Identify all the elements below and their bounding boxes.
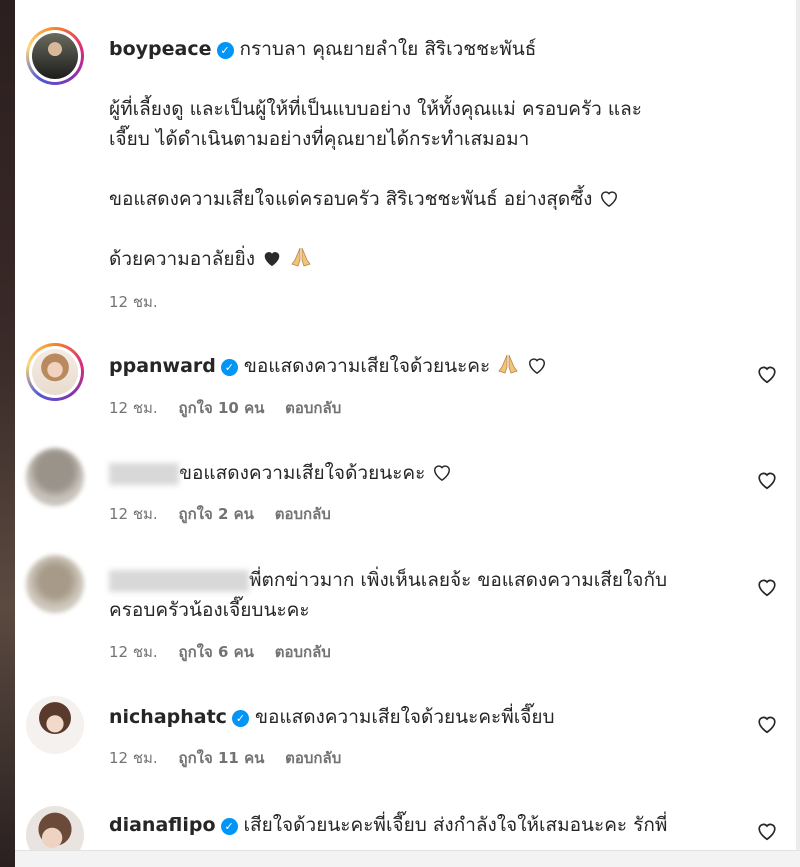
comment-time: 12 ชม. [109,749,158,767]
reply-button[interactable]: ตอบกลับ [285,749,341,767]
reply-button[interactable]: ตอบกลับ [285,399,341,417]
comment-ppanward: ppanward ✓ ขอแสดงความเสียใจด้วยนะคะ 12 ชม.… [15,335,796,430]
verified-badge-icon: ✓ [216,42,234,59]
comment-text: ขอแสดงความเสียใจด้วยนะคะพี่เจี๊ยบ [254,706,555,728]
comment-blurred-user-2: พี่ตกข่าวมาก เพิ่งเห็นเลยจ้ะ ขอแสดงความเ… [15,545,796,670]
like-heart-icon[interactable] [756,363,778,385]
avatar-boypeace[interactable] [26,27,84,85]
comment-time: 12 ชม. [109,399,158,417]
white-heart-emoji [434,465,451,482]
likes-count-button[interactable]: ถูกใจ 10 คน [178,399,264,417]
black-heart-emoji [264,252,280,267]
white-heart-emoji [601,191,618,208]
username[interactable]: dianaflipo [109,814,216,836]
folded-hands-emoji [498,354,518,374]
white-heart-emoji [529,358,546,375]
comment-blurred-user-1: ขอแสดงความเสียใจด้วยนะคะ 12 ชม. ถูกใจ 2 … [15,432,796,532]
avatar-blurred[interactable] [26,448,84,506]
comment-text-line: ครอบครัวน้องเจี๊ยบนะคะ [109,599,310,621]
comment-text-line: ด้วยความอาลัยยิ่ง [109,248,255,270]
verified-badge-icon: ✓ [220,818,238,835]
comment-text: ขอแสดงความเสียใจด้วยนะคะ [243,355,491,377]
verified-badge-icon: ✓ [220,359,238,376]
like-heart-icon[interactable] [756,820,778,842]
like-heart-icon[interactable] [756,469,778,491]
background-photo-strip [0,0,15,867]
comment-time: 12 ชม. [109,643,158,661]
avatar-nichaphatc[interactable] [26,696,84,754]
reply-button[interactable]: ตอบกลับ [275,643,331,661]
comment-boypeace: boypeace ✓ กราบลา คุณยายลำใย สิริเวชชะพันธ… [15,0,796,330]
comment-text-line: ผู้ที่เลี้ยงดู และเป็นผู้ให้ที่เป็นแบบอย… [109,98,642,120]
comment-text: พี่ตกข่าวมาก เพิ่งเห็นเลยจ้ะ ขอแสดงความเ… [249,569,668,591]
comment-nichaphatc: nichaphatc ✓ ขอแสดงความเสียใจด้วยนะคะพี่เจ… [15,690,796,785]
like-heart-icon[interactable] [756,576,778,598]
reply-button[interactable]: ตอบกลับ [275,505,331,523]
username[interactable]: ppanward [109,355,216,377]
blurred-username[interactable] [109,569,249,592]
username[interactable]: boypeace [109,38,212,60]
avatar-ppanward[interactable] [26,343,84,401]
comment-time: 12 ชม. [109,293,158,311]
comment-text-line: ขอแสดงความเสียใจแด่ครอบครัว สิริเวชชะพัน… [109,188,593,210]
like-heart-icon[interactable] [756,713,778,735]
horizontal-scrollbar[interactable] [15,850,800,867]
likes-count-button[interactable]: ถูกใจ 11 คน [178,749,264,767]
comment-time: 12 ชม. [109,505,158,523]
comment-text: เสียใจด้วยนะคะพี่เจี๊ยบ ส่งกำลังใจให้เสม… [243,814,668,836]
folded-hands-emoji [291,247,311,267]
comment-text: ขอแสดงความเสียใจด้วยนะคะ [179,462,426,484]
blurred-username[interactable] [109,462,179,485]
verified-badge-icon: ✓ [231,710,249,727]
username[interactable]: nichaphatc [109,706,227,728]
scrollbar-track[interactable] [796,0,800,867]
comment-text-line: กราบลา คุณยายลำใย สิริเวชชะพันธ์ [239,38,537,60]
likes-count-button[interactable]: ถูกใจ 2 คน [178,505,253,523]
avatar-blurred[interactable] [26,555,84,613]
likes-count-button[interactable]: ถูกใจ 6 คน [178,643,253,661]
comment-text-line: เจี๊ยบ ได้ดำเนินตามอย่างที่คุณยายได้กระท… [109,128,530,150]
